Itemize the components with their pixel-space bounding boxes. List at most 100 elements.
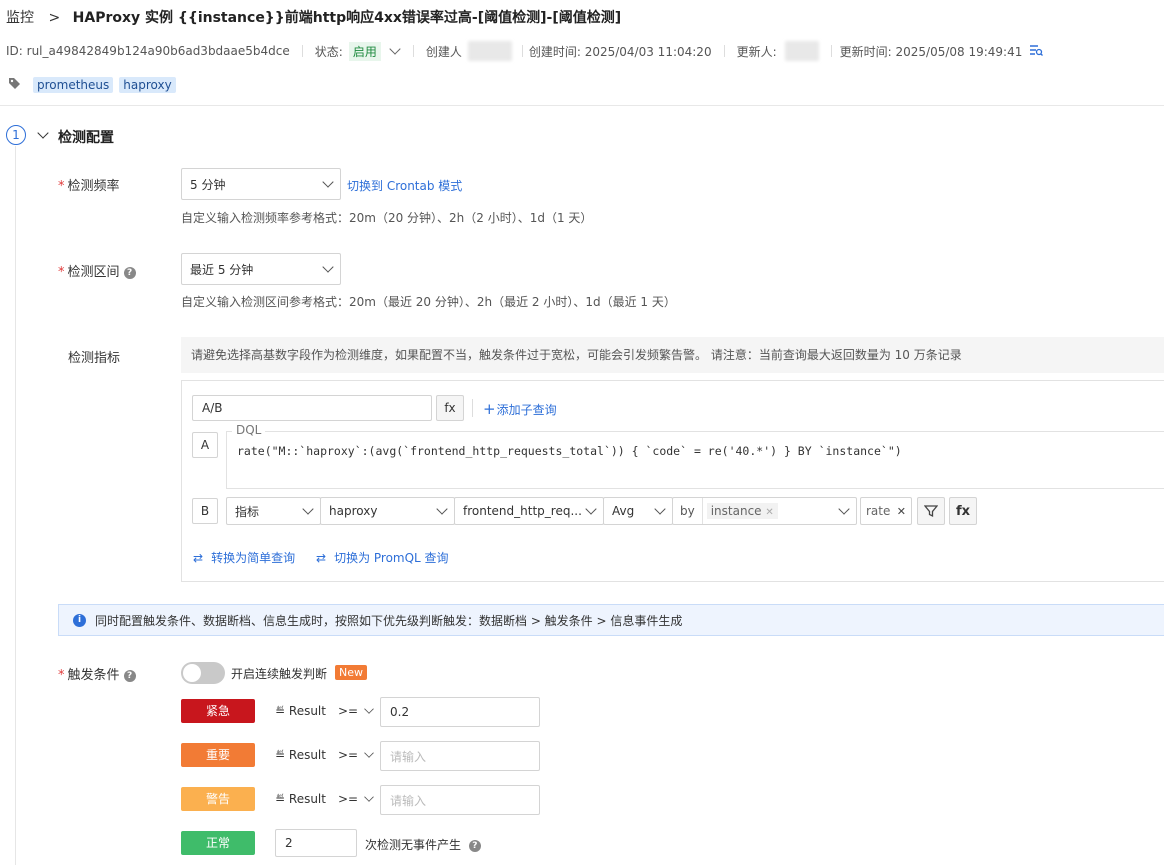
expression-input[interactable]: A/B — [192, 395, 432, 421]
result-label: ≝ Result — [275, 704, 326, 718]
help-icon[interactable]: ? — [123, 669, 136, 682]
divider — [0, 105, 1164, 106]
interval-hint: 自定义输入检测区间参考格式：20m（最近 20 分钟）、2h（最近 2 小时）、… — [181, 295, 676, 309]
chevron-down-icon — [302, 503, 314, 515]
updater-label: 更新人: — [736, 44, 777, 59]
query-a-letter[interactable]: A — [192, 432, 218, 458]
status-chevron-icon[interactable] — [389, 43, 401, 55]
dql-query-text[interactable]: rate("M::`haproxy`:(avg(`frontend_http_r… — [237, 444, 902, 458]
level-badge-warning: 警告 — [181, 787, 255, 811]
trigger-row-important: 重要 — [181, 743, 255, 767]
field-select[interactable]: frontend_http_req... — [454, 497, 604, 525]
operator-select[interactable]: >= — [338, 704, 374, 718]
toggle-knob — [183, 664, 201, 682]
breadcrumb-chevron-icon: > — [48, 10, 61, 26]
meta-row: ID: rul_a49842849b124a90b6ad3bdaae5b4dce… — [6, 41, 1044, 61]
add-subquery-button[interactable]: +添加子查询 — [483, 400, 557, 418]
crontab-switch-link[interactable]: 切换到 Crontab 模式 — [347, 177, 462, 194]
expression-fx-button[interactable]: fx — [436, 395, 464, 421]
operator-select[interactable]: >= — [338, 792, 374, 806]
function-chip[interactable]: rate ✕ — [860, 497, 912, 525]
chevron-down-icon — [322, 261, 334, 273]
critical-threshold-input[interactable]: 0.2 — [380, 697, 540, 727]
updated-time: 更新时间: 2025/05/08 19:49:41 — [839, 44, 1023, 59]
query-b-fx-button[interactable]: fx — [949, 497, 977, 525]
close-icon[interactable]: ✕ — [897, 505, 906, 518]
warning-threshold-input[interactable]: 请输入 — [380, 785, 540, 815]
info-banner-text: 同时配置触发条件、数据断档、信息生成时，按照如下优先级判断触发：数据断档 > 触… — [95, 613, 683, 628]
interval-select[interactable]: 最近 5 分钟 — [181, 253, 341, 285]
convert-simple-link[interactable]: ⇄ 转换为简单查询 — [193, 549, 295, 566]
tag-prometheus[interactable]: prometheus — [33, 77, 114, 93]
creator-avatar — [467, 41, 512, 61]
level-badge-normal: 正常 — [181, 831, 255, 855]
metrics-label: 检测指标 — [68, 351, 121, 366]
chevron-down-icon — [322, 176, 334, 188]
info-banner: i 同时配置触发条件、数据断档、信息生成时，按照如下优先级判断触发：数据断档 >… — [58, 604, 1164, 636]
chevron-down-icon — [654, 503, 666, 515]
operator-select[interactable]: >= — [338, 748, 374, 762]
level-badge-critical: 紧急 — [181, 699, 255, 723]
help-icon[interactable]: ? — [123, 266, 136, 279]
query-type-select[interactable]: 指标 — [226, 497, 321, 525]
filter-icon — [924, 505, 938, 518]
convert-promql-link[interactable]: ⇄ 切换为 PromQL 查询 — [316, 549, 449, 566]
trigger-row-normal: 正常 — [181, 831, 255, 855]
status-label: 状态: — [314, 44, 343, 59]
close-icon[interactable]: ✕ — [765, 507, 773, 518]
tag-haproxy[interactable]: haproxy — [119, 77, 176, 93]
step-line — [15, 146, 16, 865]
query-b-letter[interactable]: B — [192, 498, 218, 524]
updater-avatar — [784, 41, 819, 61]
collapse-chevron-icon[interactable] — [37, 127, 49, 139]
dql-editor[interactable] — [226, 431, 1164, 489]
created-time: 创建时间: 2025/04/03 11:04:20 — [528, 44, 712, 59]
history-icon[interactable] — [1029, 44, 1044, 59]
rule-id: ID: rul_a49842849b124a90b6ad3bdaae5b4dce — [6, 44, 290, 58]
swap-icon: ⇄ — [193, 551, 204, 565]
breadcrumb-root[interactable]: 监控 — [6, 10, 34, 26]
status-badge[interactable]: 启用 — [348, 41, 381, 61]
frequency-hint: 自定义输入检测频率参考格式：20m（20 分钟）、2h（2 小时）、1d（1 天… — [181, 211, 593, 225]
aggregation-select[interactable]: Avg — [603, 497, 673, 525]
divider — [472, 399, 473, 417]
metrics-notice: 请避免选择高基数字段作为检测维度，如果配置不当，触发条件过于宽松，可能会引发频繁… — [181, 337, 1164, 373]
result-label: ≝ Result — [275, 748, 326, 762]
list-icon: ≝ — [275, 704, 286, 718]
chevron-down-icon — [838, 503, 850, 515]
creator-label: 创建人 — [425, 44, 462, 59]
dql-mode-label: DQL — [232, 423, 266, 437]
chevron-down-icon — [436, 503, 448, 515]
filter-button[interactable] — [917, 497, 945, 525]
breadcrumb: 监控 > HAProxy 实例 {{instance}}前端http响应4xx错… — [6, 7, 621, 27]
info-icon: i — [73, 613, 86, 627]
normal-count-input[interactable]: 2 — [275, 829, 357, 857]
group-tag-instance[interactable]: instance ✕ — [706, 503, 778, 519]
frequency-select[interactable]: 5 分钟 — [181, 168, 341, 200]
plus-icon: + — [483, 400, 496, 418]
trigger-row-warning: 警告 — [181, 787, 255, 811]
tag-row: prometheus haproxy — [8, 77, 176, 93]
section-title: 检测配置 — [58, 130, 114, 146]
step-number: 1 — [6, 125, 26, 145]
tag-icon — [8, 77, 21, 93]
interval-label: * 检测区间 ? — [58, 261, 136, 280]
page-title: HAProxy 实例 {{instance}}前端http响应4xx错误率过高-… — [72, 10, 622, 26]
continuous-trigger-toggle[interactable] — [181, 662, 225, 684]
list-icon: ≝ — [275, 748, 286, 762]
toggle-label: 开启连续触发判断 — [231, 667, 328, 681]
help-icon[interactable]: ? — [468, 839, 481, 852]
trigger-row-critical: 紧急 — [181, 699, 255, 723]
frequency-label: * 检测频率 — [58, 179, 120, 194]
group-by-select[interactable]: by instance ✕ — [672, 497, 857, 525]
chevron-down-icon — [364, 748, 374, 758]
result-label: ≝ Result — [275, 792, 326, 806]
chevron-down-icon — [585, 503, 597, 515]
important-threshold-input[interactable]: 请输入 — [380, 741, 540, 771]
list-icon: ≝ — [275, 792, 286, 806]
measurement-select[interactable]: haproxy — [320, 497, 455, 525]
trigger-label: * 触发条件 ? — [58, 664, 136, 683]
swap-icon: ⇄ — [316, 551, 327, 565]
by-label: by — [673, 498, 703, 524]
normal-suffix: 次检测无事件产生 ? — [365, 836, 481, 853]
